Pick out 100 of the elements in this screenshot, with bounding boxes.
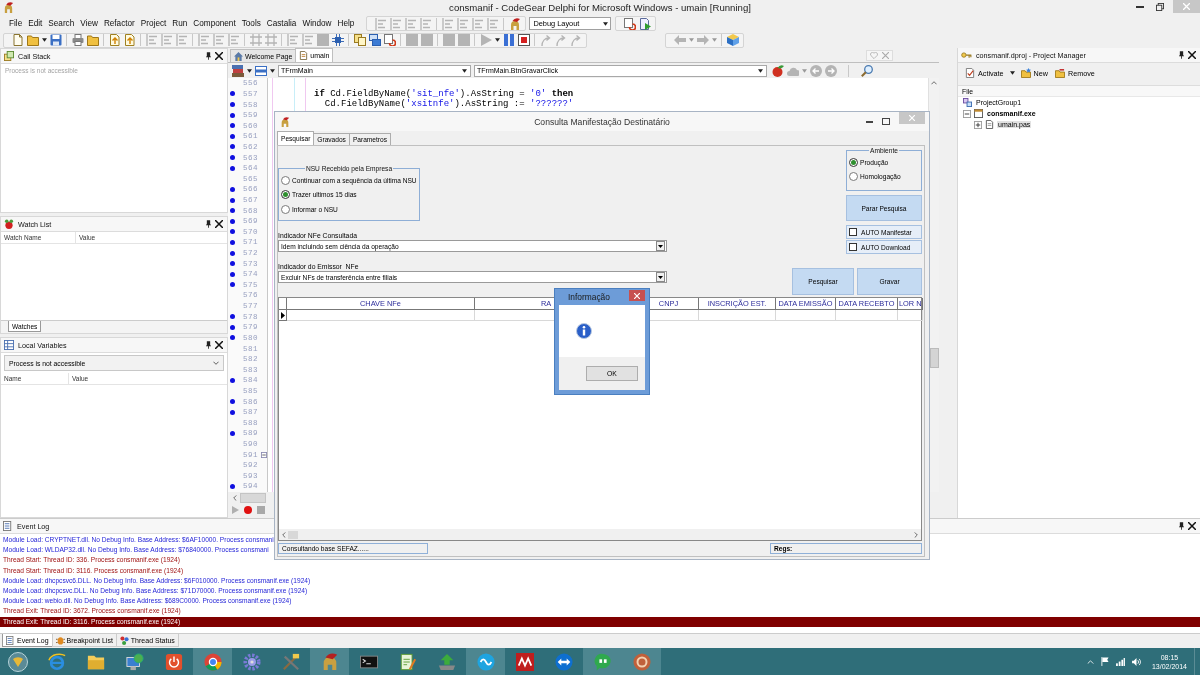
close-icon[interactable]	[1188, 51, 1196, 59]
menu-item[interactable]: Run	[169, 19, 191, 28]
segmented-circle-icon[interactable]	[203, 652, 222, 671]
menu-item[interactable]: Refactor	[100, 19, 138, 28]
menu-item[interactable]: Edit	[25, 19, 46, 28]
restore-icon[interactable]	[1156, 2, 1164, 11]
record-icon[interactable]	[244, 506, 252, 514]
radio-button[interactable]	[849, 157, 858, 167]
close-icon[interactable]	[215, 341, 223, 349]
cube-icon[interactable]	[726, 34, 739, 46]
chevron-left-icon[interactable]	[233, 494, 237, 501]
menu-item[interactable]: Project	[137, 19, 170, 28]
apple-icon[interactable]	[771, 64, 784, 77]
close-icon[interactable]	[215, 52, 223, 60]
checkbox[interactable]	[849, 243, 857, 251]
caret-icon[interactable]	[41, 38, 47, 42]
ring-badge-icon[interactable]	[632, 652, 651, 671]
folder-icon[interactable]	[26, 34, 39, 46]
ring-icon[interactable]	[47, 652, 66, 671]
books-icon[interactable]	[231, 64, 244, 77]
taskbar-button[interactable]	[466, 648, 505, 675]
orb-icon[interactable]	[8, 651, 28, 672]
grid-cell[interactable]	[699, 310, 776, 321]
search-icon[interactable]	[860, 64, 873, 77]
gear-icon[interactable]	[242, 652, 261, 671]
menu-item[interactable]: View	[77, 19, 101, 28]
taskbar-button[interactable]	[193, 648, 232, 675]
taskbar-button[interactable]	[583, 648, 622, 675]
expand-icon[interactable]	[974, 120, 982, 129]
caret-icon[interactable]	[246, 68, 252, 73]
page-arrow-icon[interactable]	[123, 34, 136, 46]
zigzag-tile-icon[interactable]	[515, 652, 534, 671]
caret-icon[interactable]	[1009, 71, 1015, 75]
minimize-icon[interactable]	[866, 120, 873, 123]
document-pencil-icon[interactable]	[398, 652, 417, 671]
speaker-icon[interactable]	[1131, 657, 1141, 666]
power-icon[interactable]	[164, 652, 183, 671]
caret-icon[interactable]	[494, 38, 500, 42]
scroll-thumb[interactable]	[929, 348, 939, 368]
arrow-tray-icon[interactable]	[437, 652, 456, 671]
radio-button[interactable]	[281, 190, 290, 200]
page-refresh-icon[interactable]	[383, 34, 396, 46]
checkbox[interactable]	[849, 228, 857, 236]
menu-item[interactable]: File	[6, 19, 26, 28]
close-icon[interactable]	[215, 220, 223, 228]
monitor-globe-icon[interactable]	[125, 652, 144, 671]
dots-icon	[119, 635, 129, 645]
windows-icon[interactable]	[368, 34, 381, 46]
taskbar-button[interactable]	[310, 648, 349, 675]
page-icon[interactable]	[11, 34, 24, 46]
maximize-icon[interactable]	[882, 118, 890, 125]
grid-cell[interactable]	[836, 310, 898, 321]
chevron-left-icon[interactable]	[282, 531, 286, 538]
helmet-icon[interactable]	[508, 17, 521, 30]
pin-icon[interactable]	[206, 52, 211, 60]
chevron-right-icon[interactable]	[914, 531, 918, 538]
menu-item[interactable]: Castalia	[263, 19, 300, 28]
menu-item[interactable]: Component	[190, 19, 239, 28]
pause-icon[interactable]	[502, 34, 515, 46]
collapse-icon[interactable]	[963, 109, 971, 118]
menu-item[interactable]: Window	[299, 19, 335, 28]
radio-button[interactable]	[281, 204, 290, 214]
menu-item[interactable]: Search	[45, 19, 78, 28]
panel-icon[interactable]	[254, 64, 267, 77]
taskbar-button[interactable]	[622, 648, 661, 675]
grid-cell[interactable]	[898, 310, 923, 321]
close-button[interactable]	[629, 290, 645, 301]
speech-bubble-icon[interactable]	[593, 652, 612, 671]
page-arrow-icon[interactable]	[108, 34, 121, 46]
grid-cell[interactable]	[287, 310, 475, 321]
chevron-up-icon[interactable]	[931, 81, 937, 85]
close-icon[interactable]	[1188, 522, 1196, 530]
flag-icon[interactable]	[1100, 657, 1109, 666]
printer-icon[interactable]	[71, 34, 84, 46]
tools-icon[interactable]	[281, 652, 300, 671]
menu-item[interactable]: Tools	[238, 19, 264, 28]
scroll-thumb[interactable]	[240, 492, 266, 503]
pin-icon[interactable]	[1179, 51, 1184, 59]
menu-item[interactable]: Help	[334, 19, 358, 28]
stop-icon[interactable]	[517, 34, 530, 46]
scroll-thumb[interactable]	[288, 530, 298, 539]
signal-bars-icon[interactable]	[1115, 657, 1125, 666]
pin-icon[interactable]	[1179, 522, 1184, 530]
page-refresh-icon[interactable]	[623, 17, 636, 30]
collapse-icon[interactable]	[261, 451, 267, 458]
heart-icon[interactable]	[870, 51, 878, 59]
chip-icon[interactable]	[331, 34, 344, 46]
folder-minus-icon	[1054, 68, 1065, 78]
pin-icon[interactable]	[206, 220, 211, 228]
page-play-icon[interactable]	[638, 17, 651, 30]
folder-icon[interactable]	[86, 34, 99, 46]
copy-icon[interactable]	[353, 34, 366, 46]
minimize-icon[interactable]	[1136, 5, 1144, 8]
radio-button[interactable]	[849, 171, 858, 181]
caret-icon[interactable]	[269, 68, 275, 73]
play-icon[interactable]	[232, 506, 239, 514]
wave-circle-icon[interactable]	[476, 652, 495, 671]
grid-cell[interactable]	[776, 310, 836, 321]
radio-button[interactable]	[281, 175, 290, 185]
pin-icon[interactable]	[206, 341, 211, 349]
